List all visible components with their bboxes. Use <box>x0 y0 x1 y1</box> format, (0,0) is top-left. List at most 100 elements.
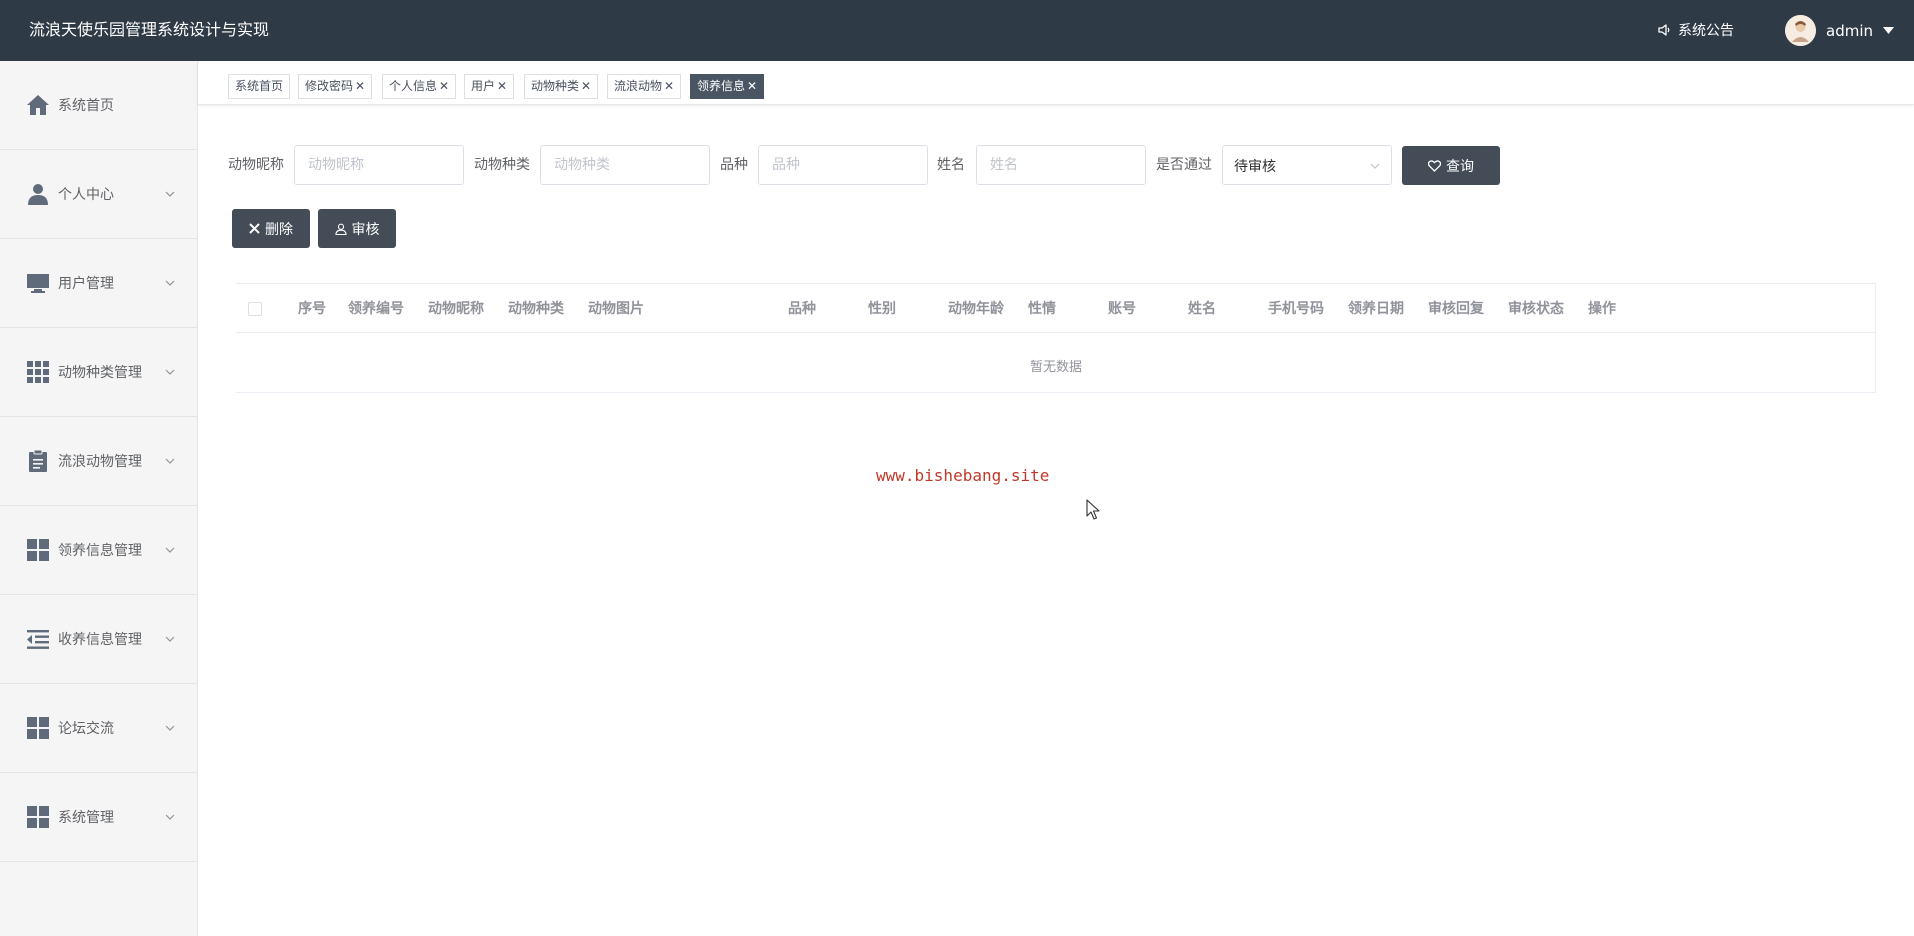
sidebar-item-label: 系统管理 <box>58 810 114 826</box>
sidebar-item-label: 动物种类管理 <box>58 365 142 381</box>
tab-animal-category[interactable]: 动物种类 ✕ <box>524 74 599 99</box>
column-header: 姓名 <box>1188 301 1216 317</box>
tab-label: 领养信息 <box>697 79 746 93</box>
approved-select-value: 待审核 <box>1234 159 1276 175</box>
column-header: 品种 <box>788 301 816 317</box>
delete-button[interactable]: 删除 <box>232 209 310 248</box>
sidebar-item-label: 个人中心 <box>58 187 114 203</box>
sidebar-item-label: 论坛交流 <box>58 721 114 737</box>
tab-label: 系统首页 <box>235 79 284 93</box>
tab-change-password[interactable]: 修改密码 ✕ <box>298 74 373 99</box>
chevron-down-icon <box>165 547 175 553</box>
tabs-bar: 系统首页 修改密码 ✕ 个人信息 ✕ 用户 ✕ 动物种类 ✕ 流浪动物 ✕ 领养信息 ✕ <box>198 61 1914 105</box>
sidebar-item-label: 系统首页 <box>58 98 114 114</box>
mouse-cursor-icon <box>1086 499 1100 520</box>
top-bar: 流浪天使乐园管理系统设计与实现 系统公告 admin <box>0 0 1914 61</box>
column-header: 序号 <box>298 301 326 317</box>
review-button-label: 审核 <box>351 221 380 238</box>
sidebar-item-foster-info-management[interactable]: 收养信息管理 <box>0 595 198 684</box>
search-button[interactable]: 查询 <box>1402 146 1500 185</box>
column-header: 审核回复 <box>1428 301 1484 317</box>
column-header: 性情 <box>1028 301 1056 317</box>
home-icon <box>27 95 49 115</box>
tab-users[interactable]: 用户 ✕ <box>464 74 515 99</box>
nickname-input[interactable] <box>294 145 464 185</box>
name-input[interactable] <box>976 145 1146 185</box>
nickname-label: 动物昵称 <box>228 157 284 173</box>
close-icon[interactable]: ✕ <box>664 79 674 93</box>
sidebar-item-personal-center[interactable]: 个人中心 <box>0 150 198 239</box>
sidebar-item-forum[interactable]: 论坛交流 <box>0 684 198 773</box>
sidebar-item-system-management[interactable]: 系统管理 <box>0 773 198 862</box>
column-header: 领养编号 <box>348 301 404 317</box>
sidebar: 系统首页 个人中心 用户管理 动物种类管理 流浪动物管理 领养信息管理 收养信息… <box>0 61 198 936</box>
user-icon <box>28 184 48 205</box>
tab-stray-animals[interactable]: 流浪动物 ✕ <box>607 74 682 99</box>
tab-personal-info[interactable]: 个人信息 ✕ <box>382 74 457 99</box>
column-header: 动物昵称 <box>428 301 484 317</box>
column-header: 账号 <box>1108 301 1136 317</box>
outdent-icon <box>27 630 49 649</box>
sidebar-item-label: 收养信息管理 <box>58 632 142 648</box>
monitor-icon <box>27 274 49 293</box>
close-icon[interactable]: ✕ <box>497 79 507 93</box>
column-header: 领养日期 <box>1348 301 1404 317</box>
sidebar-item-category-management[interactable]: 动物种类管理 <box>0 328 198 417</box>
tab-label: 动物种类 <box>531 79 580 93</box>
column-header: 性别 <box>868 301 896 317</box>
close-icon[interactable]: ✕ <box>747 79 757 93</box>
caret-down-icon <box>1883 26 1894 34</box>
adoption-table: 序号 领养编号 动物昵称 动物种类 动物图片 品种 性别 动物年龄 性情 账号 … <box>236 283 1876 393</box>
close-icon[interactable]: ✕ <box>581 79 591 93</box>
sidebar-item-label: 领养信息管理 <box>58 543 142 559</box>
sidebar-item-stray-animal-management[interactable]: 流浪动物管理 <box>0 417 198 506</box>
system-notice-label: 系统公告 <box>1678 23 1734 39</box>
chevron-down-icon <box>165 814 175 820</box>
chevron-down-icon <box>165 191 175 197</box>
clipboard-icon <box>29 449 47 472</box>
avatar-icon <box>1785 15 1816 46</box>
tiles-icon <box>27 717 49 739</box>
close-icon[interactable]: ✕ <box>439 79 449 93</box>
search-button-label: 查询 <box>1446 158 1474 175</box>
approved-select[interactable]: 待审核 <box>1222 145 1392 185</box>
watermark-text: www.bishebang.site <box>876 466 1050 485</box>
column-header: 动物图片 <box>588 301 644 317</box>
close-icon[interactable]: ✕ <box>355 79 365 93</box>
review-button[interactable]: 审核 <box>318 209 396 248</box>
tab-label: 用户 <box>471 79 496 93</box>
chevron-down-icon <box>165 458 175 464</box>
avatar <box>1785 15 1816 46</box>
empty-text: 暂无数据 <box>1029 360 1082 375</box>
column-header: 手机号码 <box>1268 301 1324 317</box>
category-label: 动物种类 <box>474 157 530 173</box>
breed-label: 品种 <box>720 157 748 173</box>
column-header: 动物种类 <box>508 301 564 317</box>
chevron-down-icon <box>165 369 175 375</box>
chevron-down-icon <box>165 280 175 286</box>
tab-home[interactable]: 系统首页 <box>228 74 291 99</box>
delete-button-label: 删除 <box>265 221 293 238</box>
grid-icon <box>27 361 49 383</box>
tab-adoption-info[interactable]: 领养信息 ✕ <box>690 74 765 99</box>
user-menu[interactable]: admin <box>1785 15 1894 46</box>
breed-input[interactable] <box>758 145 928 185</box>
chevron-down-icon <box>165 636 175 642</box>
heart-icon <box>1428 159 1441 172</box>
select-all-checkbox[interactable] <box>248 302 262 316</box>
sidebar-item-user-management[interactable]: 用户管理 <box>0 239 198 328</box>
sidebar-item-home[interactable]: 系统首页 <box>0 61 198 150</box>
system-notice-link[interactable]: 系统公告 <box>1658 20 1734 40</box>
tab-label: 个人信息 <box>389 79 438 93</box>
username: admin <box>1826 21 1873 40</box>
column-header: 动物年龄 <box>948 301 1004 317</box>
column-header: 审核状态 <box>1508 301 1564 317</box>
category-input[interactable] <box>540 145 710 185</box>
name-label: 姓名 <box>937 157 965 173</box>
table-header: 序号 领养编号 动物昵称 动物种类 动物图片 品种 性别 动物年龄 性情 账号 … <box>236 284 1876 333</box>
tiles-icon <box>27 539 49 561</box>
tab-label: 流浪动物 <box>614 79 663 93</box>
approved-label: 是否通过 <box>1156 157 1212 173</box>
sidebar-item-label: 流浪动物管理 <box>58 454 142 470</box>
sidebar-item-adoption-info-management[interactable]: 领养信息管理 <box>0 506 198 595</box>
